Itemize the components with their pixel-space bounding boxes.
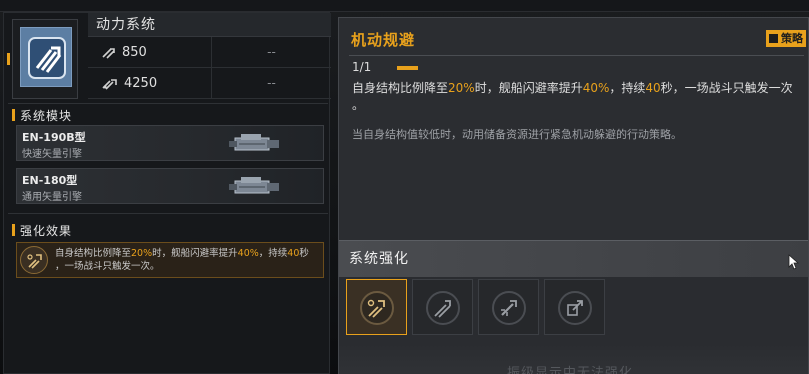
effect-heading: 强化效果 [12, 222, 72, 239]
stat-speed-value: 4250 [124, 76, 158, 91]
engine-image-icon [229, 134, 279, 151]
stat-grid: 850 -- 4250 -- [88, 37, 331, 99]
skill-detail-panel: 机动规避 策略 1/1 自身结构比例降至20%时，舰船闪避率提升40%，持续40… [338, 17, 809, 374]
effect-box[interactable]: 自身结构比例降至20%时，舰船闪避率提升40%，持续40秒 ，一场战斗只触发一次。 [16, 242, 324, 278]
enhance-slot-1[interactable] [346, 279, 407, 335]
engine-card-2[interactable]: EN-180型 通用矢量引擎 [16, 168, 324, 204]
evade-icon [27, 254, 42, 269]
engine-desc: 通用矢量引擎 [22, 192, 82, 203]
level-bar [397, 66, 418, 70]
stat-row: 850 -- [88, 37, 331, 68]
divider [8, 213, 328, 214]
shield-jet-icon [567, 300, 583, 316]
title-divider [349, 55, 804, 56]
divider [8, 103, 328, 104]
enhance-slot-4[interactable] [544, 279, 605, 335]
enhance-slot-3[interactable] [478, 279, 539, 335]
strategy-icon [769, 34, 778, 43]
strategy-badge[interactable]: 策略 [766, 30, 806, 47]
skill-description: 自身结构比例降至20%时，舰船闪避率提升40%，持续40秒，一场战斗只触发一次。 [352, 81, 793, 112]
stat-speed-extra: -- [267, 76, 276, 90]
skill-level: 1/1 [352, 60, 372, 74]
boost-icon [501, 300, 517, 316]
top-bar [0, 0, 809, 12]
heading-bar [12, 224, 15, 236]
engine-name: EN-190B型 [22, 131, 86, 144]
selection-marker [7, 53, 10, 65]
stat-thrust: 850 [88, 37, 212, 68]
heading-bar [12, 109, 15, 121]
thrust-icon [102, 47, 115, 59]
module-icon [20, 27, 72, 87]
skill-title: 机动规避 [351, 31, 416, 49]
stat-speed: 4250 [88, 68, 212, 99]
modules-heading: 系统模块 [12, 107, 72, 124]
effect-text: 自身结构比例降至20%时，舰船闪避率提升40%，持续40秒 ，一场战斗只触发一次。 [55, 248, 309, 272]
enhance-slot-2[interactable] [412, 279, 473, 335]
stat-thrust-extra: -- [267, 45, 276, 59]
engine-desc: 快速矢量引擎 [22, 149, 82, 160]
engine-image-icon [229, 177, 279, 194]
effect-icon-frame [20, 246, 48, 274]
jet-icon [434, 300, 451, 318]
speed-icon [102, 78, 117, 90]
stat-thrust-value: 850 [122, 45, 147, 60]
thruster-icon [28, 37, 66, 79]
enhance-slots [339, 277, 808, 343]
evade-icon [367, 299, 385, 318]
module-title: 动力系统 [88, 13, 331, 37]
enhance-heading: 系统强化 [339, 240, 808, 277]
engine-card-1[interactable]: EN-190B型 快速矢量引擎 [16, 125, 324, 161]
mouse-cursor-icon [788, 254, 800, 270]
module-icon-frame[interactable] [12, 19, 78, 99]
engine-name: EN-180型 [22, 174, 78, 187]
bottom-hint: 振级显示中无法强化 [507, 366, 634, 374]
stat-row: 4250 -- [88, 68, 331, 99]
module-panel: 动力系统 850 -- 4250 -- 系统模块 EN-190B型 快速矢量引擎… [3, 12, 331, 374]
skill-flavor-text: 当自身结构值较低时，动用储备资源进行紧急机动躲避的行动策略。 [352, 128, 682, 141]
